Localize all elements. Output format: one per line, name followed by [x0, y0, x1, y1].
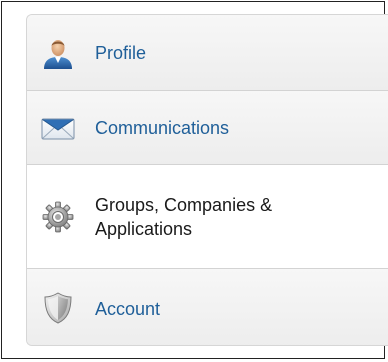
- gear-icon: [41, 200, 75, 234]
- envelope-icon: [41, 111, 75, 145]
- nav-item-profile[interactable]: Profile: [27, 15, 388, 91]
- nav-item-label: Groups, Companies & Applications: [95, 195, 273, 239]
- nav-item-communications[interactable]: Communications: [27, 91, 388, 165]
- nav-item-label: Communications: [95, 118, 230, 138]
- settings-nav-menu: Profile Communications Groups, Companies…: [26, 14, 388, 346]
- nav-item-groups-companies-applications[interactable]: Groups, Companies & Applications: [27, 165, 388, 269]
- person-icon: [41, 36, 75, 70]
- nav-item-label: Profile: [95, 43, 147, 63]
- nav-item-label: Account: [95, 299, 161, 319]
- nav-item-account[interactable]: Account: [27, 269, 388, 345]
- shield-icon: [41, 291, 75, 325]
